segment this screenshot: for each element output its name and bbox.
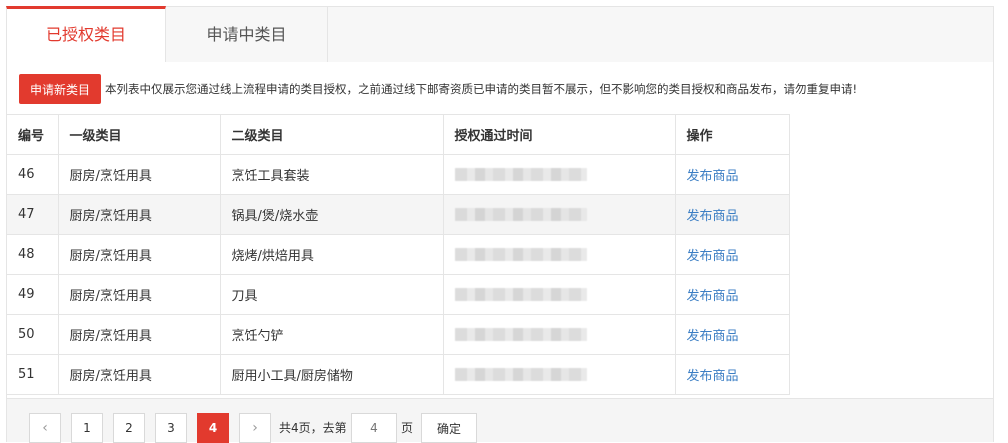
table-row: 48 厨房/烹饪用具 烧烤/烘焙用具 发布商品 bbox=[7, 234, 790, 275]
notice-row: 申请新类目 本列表中仅展示您通过线上流程申请的类目授权，之前通过线下邮寄资质已申… bbox=[19, 74, 857, 104]
cell-category-2: 厨用小工具/厨房储物 bbox=[219, 354, 444, 395]
cell-category-1: 厨房/烹饪用具 bbox=[57, 274, 221, 315]
cell-id: 48 bbox=[7, 234, 59, 275]
cell-action: 发布商品 bbox=[674, 314, 790, 355]
cell-category-2: 烹饪工具套装 bbox=[219, 154, 444, 195]
cell-category-2: 锅具/煲/烧水壶 bbox=[219, 194, 444, 235]
tab-bar-filler bbox=[328, 6, 994, 62]
redacted-time bbox=[454, 208, 587, 221]
prev-page-button[interactable]: ‹ bbox=[29, 413, 61, 443]
total-pages-text: 共4页，去第 bbox=[279, 421, 347, 435]
cell-action: 发布商品 bbox=[674, 194, 790, 235]
cell-id: 46 bbox=[7, 154, 59, 195]
cell-auth-time bbox=[442, 194, 676, 235]
cell-category-2: 烹饪勺铲 bbox=[219, 314, 444, 355]
publish-product-link[interactable]: 发布商品 bbox=[687, 369, 739, 384]
cell-category-1: 厨房/烹饪用具 bbox=[57, 354, 221, 395]
cell-id: 47 bbox=[7, 194, 59, 235]
column-header-category-2: 二级类目 bbox=[219, 114, 444, 155]
column-header-category-1: 一级类目 bbox=[57, 114, 221, 155]
column-header-action: 操作 bbox=[674, 114, 790, 155]
cell-action: 发布商品 bbox=[674, 234, 790, 275]
column-header-auth-time: 授权通过时间 bbox=[442, 114, 676, 155]
publish-product-link[interactable]: 发布商品 bbox=[687, 289, 739, 304]
redacted-time bbox=[454, 328, 587, 341]
apply-new-category-button[interactable]: 申请新类目 bbox=[19, 74, 101, 104]
page-suffix-text: 页 bbox=[401, 421, 414, 435]
category-table: 编号 一级类目 二级类目 授权通过时间 操作 46 厨房/烹饪用具 烹饪工具套装… bbox=[7, 114, 790, 395]
page-button-3[interactable]: 3 bbox=[155, 413, 187, 443]
table-header-row: 编号 一级类目 二级类目 授权通过时间 操作 bbox=[7, 114, 790, 155]
cell-category-1: 厨房/烹饪用具 bbox=[57, 154, 221, 195]
content-panel: 申请新类目 本列表中仅展示您通过线上流程申请的类目授权，之前通过线下邮寄资质已申… bbox=[6, 62, 994, 443]
cell-category-2: 刀具 bbox=[219, 274, 444, 315]
cell-category-1: 厨房/烹饪用具 bbox=[57, 234, 221, 275]
redacted-time bbox=[454, 248, 587, 261]
tab-authorized-categories[interactable]: 已授权类目 bbox=[6, 6, 166, 63]
page-button-1[interactable]: 1 bbox=[71, 413, 103, 443]
cell-category-1: 厨房/烹饪用具 bbox=[57, 194, 221, 235]
cell-action: 发布商品 bbox=[674, 154, 790, 195]
cell-auth-time bbox=[442, 274, 676, 315]
publish-product-link[interactable]: 发布商品 bbox=[687, 169, 739, 184]
category-page: 已授权类目 申请中类目 申请新类目 本列表中仅展示您通过线上流程申请的类目授权，… bbox=[6, 6, 994, 443]
cell-id: 51 bbox=[7, 354, 59, 395]
notice-text: 本列表中仅展示您通过线上流程申请的类目授权，之前通过线下邮寄资质已申请的类目暂不… bbox=[105, 82, 858, 96]
table-row: 46 厨房/烹饪用具 烹饪工具套装 发布商品 bbox=[7, 154, 790, 195]
page-button-4-current[interactable]: 4 bbox=[197, 413, 229, 443]
table-row: 50 厨房/烹饪用具 烹饪勺铲 发布商品 bbox=[7, 314, 790, 355]
table-row: 47 厨房/烹饪用具 锅具/煲/烧水壶 发布商品 bbox=[7, 194, 790, 235]
column-header-id: 编号 bbox=[7, 114, 59, 155]
cell-action: 发布商品 bbox=[674, 274, 790, 315]
page-button-2[interactable]: 2 bbox=[113, 413, 145, 443]
redacted-time bbox=[454, 368, 587, 381]
cell-id: 50 bbox=[7, 314, 59, 355]
publish-product-link[interactable]: 发布商品 bbox=[687, 249, 739, 264]
next-page-button[interactable]: › bbox=[239, 413, 271, 443]
cell-auth-time bbox=[442, 314, 676, 355]
confirm-goto-button[interactable]: 确定 bbox=[421, 413, 477, 443]
cell-auth-time bbox=[442, 154, 676, 195]
redacted-time bbox=[454, 288, 587, 301]
publish-product-link[interactable]: 发布商品 bbox=[687, 329, 739, 344]
cell-auth-time bbox=[442, 234, 676, 275]
tab-pending-categories[interactable]: 申请中类目 bbox=[166, 6, 328, 62]
cell-id: 49 bbox=[7, 274, 59, 315]
goto-page-input[interactable] bbox=[351, 413, 397, 443]
redacted-time bbox=[454, 168, 587, 181]
table-row: 49 厨房/烹饪用具 刀具 发布商品 bbox=[7, 274, 790, 315]
pagination: ‹ 1 2 3 4 › 共4页，去第 页 确定 bbox=[7, 398, 993, 443]
cell-action: 发布商品 bbox=[674, 354, 790, 395]
cell-category-1: 厨房/烹饪用具 bbox=[57, 314, 221, 355]
publish-product-link[interactable]: 发布商品 bbox=[687, 209, 739, 224]
cell-category-2: 烧烤/烘焙用具 bbox=[219, 234, 444, 275]
table-row: 51 厨房/烹饪用具 厨用小工具/厨房储物 发布商品 bbox=[7, 354, 790, 395]
cell-auth-time bbox=[442, 354, 676, 395]
tab-bar: 已授权类目 申请中类目 bbox=[6, 6, 994, 63]
